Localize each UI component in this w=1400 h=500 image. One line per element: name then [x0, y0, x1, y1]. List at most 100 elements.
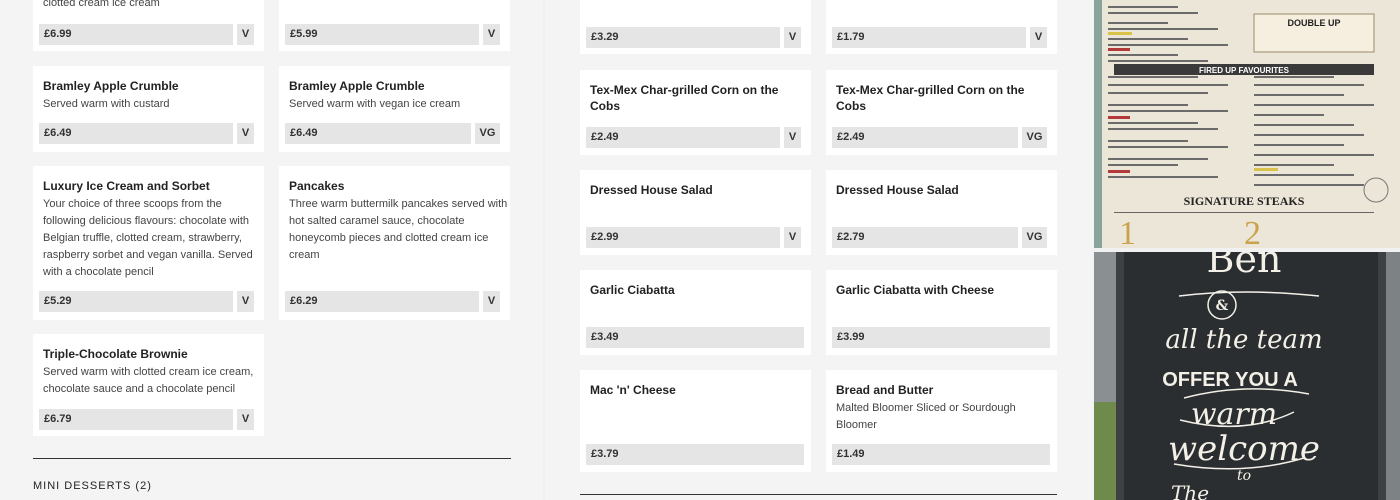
menu-card[interactable]: Luxury Ice Cream and Sorbet Your choice …: [33, 166, 264, 320]
board-line-ben: Ben: [1207, 252, 1282, 281]
item-title: Bread and Butter: [836, 383, 934, 397]
menu-card[interactable]: Tex-Mex Char-grilled Corn on the Cobs £2…: [826, 70, 1057, 155]
sides-column: £3.29 V £1.79 V Tex-Mex Char-grilled Cor…: [545, 0, 1093, 500]
description-line: cream: [289, 249, 320, 261]
item-price: £6.99: [39, 24, 233, 45]
menu-card[interactable]: Dressed House Salad £2.99 V: [580, 170, 811, 255]
welcome-board-image: Ben & all the team OFFER YOU A warm welc…: [1094, 252, 1400, 500]
board-line-the: The: [1171, 481, 1209, 500]
signature-steaks-heading: SIGNATURE STEAKS: [1184, 194, 1305, 208]
menu-card[interactable]: Garlic Ciabatta with Cheese £3.99: [826, 270, 1057, 355]
item-title: Garlic Ciabatta with Cheese: [836, 283, 995, 297]
diet-badge: V: [237, 123, 254, 144]
section-title-mini-desserts[interactable]: MINI DESSERTS (2): [33, 480, 152, 492]
item-title: Bramley Apple Crumble: [289, 79, 425, 93]
board-line-offer: OFFER YOU A: [1162, 369, 1298, 391]
diet-badge: VG: [475, 123, 500, 144]
item-description: Served warm with clotted cream ice cream…: [43, 364, 253, 398]
item-price: £5.29: [39, 291, 233, 312]
menu-card[interactable]: Pancakes Three warm buttermilk pancakes …: [279, 166, 510, 320]
description-line: chocolate sauce and a chocolate pencil: [43, 383, 236, 395]
menu-card[interactable]: Triple-Chocolate Brownie Served warm wit…: [33, 334, 264, 436]
description-line: hot salted caramel sauce, chocolate: [289, 215, 465, 227]
diet-badge: V: [784, 127, 801, 148]
menu-card[interactable]: £3.29 V: [580, 0, 811, 54]
description-line: Served warm with clotted cream ice cream…: [43, 366, 254, 378]
menu-card[interactable]: Bramley Apple Crumble Served warm with v…: [279, 66, 510, 152]
item-price: £5.99: [285, 24, 479, 45]
menu-card[interactable]: Garlic Ciabatta £3.49: [580, 270, 811, 355]
item-price: £2.99: [586, 227, 780, 248]
item-description: Your choice of three scoops from the fol…: [43, 196, 253, 281]
diet-badge: V: [237, 24, 254, 45]
item-title: Bramley Apple Crumble: [43, 79, 179, 93]
item-price: £2.79: [832, 227, 1018, 248]
desserts-column: clotted cream ice cream £6.99 V £5.99 V …: [0, 0, 543, 500]
description-line: with a chocolate pencil: [43, 266, 154, 278]
double-up-heading: DOUBLE UP: [1287, 18, 1340, 28]
menu-card[interactable]: Dressed House Salad £2.79 VG: [826, 170, 1057, 255]
item-title: Tex-Mex Char-grilled Corn on the Cobs: [590, 83, 779, 113]
description-line: honeycomb pieces and clotted cream ice: [289, 232, 489, 244]
description-line: Malted Bloomer Sliced or Sourdough: [836, 402, 1016, 414]
description-line: Three warm buttermilk pancakes served wi…: [289, 198, 508, 210]
menu-card[interactable]: Bramley Apple Crumble Served warm with c…: [33, 66, 264, 152]
description-line: raspberry sorbet and vegan vanilla. Serv…: [43, 249, 253, 261]
svg-text:2: 2: [1244, 215, 1261, 248]
description-line: Belgian truffle, clotted cream, strawber…: [43, 232, 242, 244]
item-price: £3.99: [832, 327, 1050, 348]
item-price: £1.79: [832, 27, 1026, 48]
item-title: Garlic Ciabatta: [590, 283, 675, 297]
menu-card[interactable]: Tex-Mex Char-grilled Corn on the Cobs £2…: [580, 70, 811, 155]
menu-card[interactable]: clotted cream ice cream £6.99 V: [33, 0, 264, 51]
board-line-welcome: welcome: [1168, 429, 1320, 469]
menu-card[interactable]: Mac 'n' Cheese £3.79: [580, 370, 811, 472]
item-price: £2.49: [586, 127, 780, 148]
section-divider: [33, 458, 511, 459]
menu-photo[interactable]: DOUBLE UP FIRED UP FAVOURITES SIGNATURE …: [1094, 0, 1400, 248]
item-title: Triple-Chocolate Brownie: [43, 347, 188, 361]
board-line-warm: warm: [1191, 397, 1277, 432]
item-description: Malted Bloomer Sliced or Sourdough Bloom…: [836, 400, 1016, 434]
menu-card[interactable]: £1.79 V: [826, 0, 1057, 54]
item-title: Dressed House Salad: [590, 183, 713, 197]
item-price: £2.49: [832, 127, 1018, 148]
board-line-to: to: [1237, 468, 1251, 484]
description-line: Bloomer: [836, 419, 877, 431]
diet-badge: V: [237, 409, 254, 430]
item-title: Tex-Mex Char-grilled Corn on the Cobs: [836, 83, 1025, 113]
item-description: Served warm with vegan ice cream: [289, 98, 461, 110]
item-description: clotted cream ice cream: [43, 0, 160, 9]
item-description: Served warm with custard: [43, 98, 170, 110]
menu-card[interactable]: Bread and Butter Malted Bloomer Sliced o…: [826, 370, 1057, 472]
diet-badge: VG: [1022, 127, 1047, 148]
item-price: £1.49: [832, 444, 1050, 465]
diet-badge: V: [483, 24, 500, 45]
board-line-team: all the team: [1165, 325, 1322, 355]
fired-up-heading: FIRED UP FAVOURITES: [1199, 66, 1290, 75]
item-description: Three warm buttermilk pancakes served wi…: [289, 196, 507, 264]
svg-text:1: 1: [1119, 215, 1136, 248]
welcome-board-photo[interactable]: Ben & all the team OFFER YOU A warm welc…: [1094, 252, 1400, 500]
item-price: £6.49: [39, 123, 233, 144]
item-price: £3.79: [586, 444, 804, 465]
item-price: £3.49: [586, 327, 804, 348]
diet-badge: V: [483, 291, 500, 312]
item-title: Luxury Ice Cream and Sorbet: [43, 179, 210, 193]
menu-photo-image: DOUBLE UP FIRED UP FAVOURITES SIGNATURE …: [1094, 0, 1400, 248]
diet-badge: V: [784, 27, 801, 48]
diet-badge: V: [1030, 27, 1047, 48]
diet-badge: VG: [1022, 227, 1047, 248]
board-line-ampersand: &: [1216, 298, 1229, 314]
description-line: following delicious flavours: chocolate …: [43, 215, 250, 227]
item-price: £6.29: [285, 291, 479, 312]
menu-card[interactable]: £5.99 V: [279, 0, 510, 51]
item-price: £6.49: [285, 123, 471, 144]
diet-badge: V: [237, 291, 254, 312]
item-price: £3.29: [586, 27, 780, 48]
description-line: Your choice of three scoops from the: [43, 198, 222, 210]
diet-badge: V: [784, 227, 801, 248]
section-divider: [580, 494, 1057, 495]
item-title: Pancakes: [289, 179, 345, 193]
item-title: Dressed House Salad: [836, 183, 959, 197]
